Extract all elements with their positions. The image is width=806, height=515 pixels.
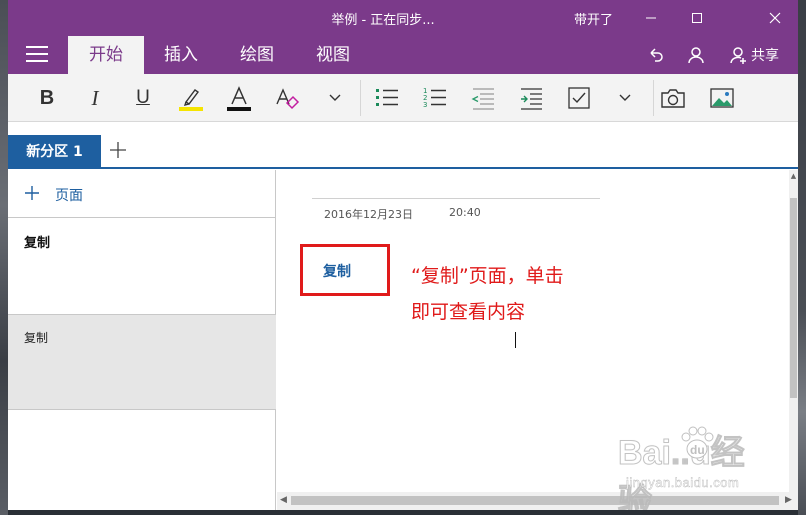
- picture-icon: [710, 88, 734, 108]
- maximize-button[interactable]: [674, 0, 720, 36]
- tab-view[interactable]: 视图: [303, 36, 363, 74]
- clear-format-button[interactable]: [270, 82, 304, 114]
- minimize-icon: [646, 17, 656, 19]
- onenote-window: 举例 - 正在同步... 带开了 开始 插入 绘图 视图 共享 B I U 1 …: [8, 0, 798, 510]
- close-button[interactable]: [752, 0, 798, 36]
- page-time: 20:40: [449, 206, 481, 219]
- ribbon-commands: B I U 123: [8, 74, 798, 122]
- highlight-button[interactable]: [174, 82, 208, 114]
- undo-icon: [650, 48, 663, 62]
- bold-button[interactable]: B: [30, 82, 64, 114]
- svg-text:3: 3: [423, 101, 427, 109]
- todo-tag-button[interactable]: [562, 82, 596, 114]
- highlight-icon: [179, 89, 203, 111]
- page-title: 复制: [24, 236, 51, 251]
- close-icon: [769, 12, 781, 24]
- divider: [653, 80, 654, 116]
- baidu-watermark: Bai..u经验 du jingyan.baidu.com: [618, 425, 768, 510]
- account-button[interactable]: [684, 40, 708, 70]
- text-cursor: [515, 332, 516, 348]
- decrease-indent-button[interactable]: [466, 82, 500, 114]
- add-section-button[interactable]: [108, 140, 128, 160]
- undo-button[interactable]: [644, 40, 668, 70]
- section-tab-active[interactable]: 新分区 1: [8, 135, 101, 169]
- tags-more-button[interactable]: [608, 82, 642, 114]
- camera-icon: [661, 89, 685, 108]
- bullets-button[interactable]: [370, 82, 404, 114]
- add-page-label: 页面: [55, 188, 83, 204]
- font-more-button[interactable]: [318, 82, 352, 114]
- scroll-left-icon[interactable]: ◀: [280, 495, 287, 505]
- clear-format-icon: [276, 88, 300, 110]
- chevron-down-icon: [619, 94, 631, 101]
- person-icon: [688, 47, 704, 64]
- underline-icon: U: [136, 87, 150, 108]
- maximize-icon: [692, 13, 702, 23]
- italic-button[interactable]: I: [78, 82, 112, 114]
- page-date: 2016年12月23日: [324, 208, 413, 221]
- vertical-scrollbar[interactable]: ▲: [789, 170, 798, 492]
- font-color-icon: [227, 86, 251, 111]
- share-person-icon: [730, 47, 746, 64]
- chevron-down-icon: [329, 94, 341, 101]
- italic-icon: I: [91, 85, 99, 110]
- page-list: 页面 复制 复制: [8, 170, 276, 510]
- divider: [360, 80, 361, 116]
- checkbox-icon: [568, 87, 590, 109]
- increase-indent-icon: [521, 88, 542, 110]
- list-item[interactable]: 复制: [8, 218, 276, 314]
- desktop-edge-right: [798, 0, 806, 515]
- underline-button[interactable]: U: [126, 82, 160, 114]
- scroll-up-icon[interactable]: ▲: [789, 172, 798, 182]
- tab-insert[interactable]: 插入: [151, 36, 211, 74]
- annotation-line: 即可查看内容: [411, 301, 526, 323]
- paw-icon: du: [681, 426, 714, 459]
- page-title: 复制: [24, 331, 49, 345]
- scroll-right-icon[interactable]: ▶: [785, 495, 792, 505]
- annotation-line: “复制”页面，单击: [411, 265, 564, 287]
- scroll-thumb[interactable]: [790, 198, 797, 398]
- add-page-button[interactable]: 页面: [8, 170, 276, 218]
- insert-camera-button[interactable]: [656, 82, 690, 114]
- insert-picture-button[interactable]: [705, 82, 739, 114]
- share-button[interactable]: 共享: [724, 40, 784, 70]
- title-bar: 举例 - 正在同步... 带开了: [8, 0, 798, 36]
- decrease-indent-icon: [471, 88, 494, 110]
- page-link[interactable]: 复制: [323, 261, 351, 281]
- watermark-url: jingyan.baidu.com: [626, 475, 740, 490]
- plus-icon: [110, 142, 126, 158]
- numbering-button[interactable]: 123: [418, 82, 452, 114]
- svg-text:du: du: [690, 443, 705, 457]
- hamburger-menu-icon[interactable]: [26, 46, 48, 62]
- list-item[interactable]: 复制: [8, 314, 276, 410]
- page-title-underline: [312, 198, 600, 199]
- font-color-button[interactable]: [222, 82, 256, 114]
- section-tabs: 新分区 1: [8, 123, 798, 169]
- annotation: “复制”页面，单击 即可查看内容: [411, 258, 564, 330]
- share-label: 共享: [751, 48, 779, 64]
- increase-indent-button[interactable]: [514, 82, 548, 114]
- bullets-icon: [376, 89, 398, 106]
- tab-home[interactable]: 开始: [68, 36, 144, 74]
- minimize-button[interactable]: [628, 0, 674, 36]
- bold-icon: B: [39, 86, 55, 109]
- desktop-edge-left: [0, 0, 8, 515]
- numbering-icon: 123: [423, 87, 446, 109]
- tab-draw[interactable]: 绘图: [226, 36, 288, 74]
- plus-icon: [25, 186, 39, 200]
- pinned-label[interactable]: 带开了: [574, 9, 613, 28]
- ribbon-tabs-bar: 开始 插入 绘图 视图 共享: [8, 36, 798, 74]
